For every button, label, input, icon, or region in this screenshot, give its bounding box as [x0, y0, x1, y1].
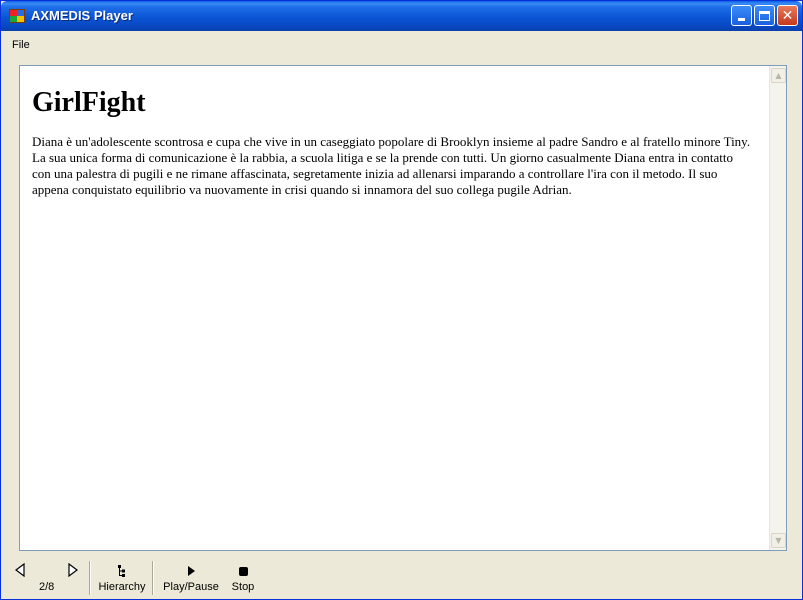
close-button[interactable]: ✕ — [777, 5, 798, 26]
scroll-up-button[interactable]: ▲ — [771, 68, 786, 83]
hierarchy-button[interactable]: Hierarchy — [97, 561, 147, 595]
toolbar-separator — [89, 561, 91, 595]
vertical-scrollbar[interactable]: ▲ ▼ — [769, 66, 786, 550]
page-counter: 2/8 — [39, 581, 55, 593]
stop-button[interactable]: Stop — [229, 561, 257, 595]
minimize-button[interactable] — [731, 5, 752, 26]
play-pause-button[interactable]: Play/Pause — [161, 561, 221, 595]
maximize-icon — [759, 10, 770, 21]
minimize-icon — [738, 18, 745, 21]
play-icon — [187, 566, 195, 576]
menu-bar: File — [1, 31, 802, 55]
window-title: AXMEDIS Player — [31, 8, 133, 23]
stop-label: Stop — [231, 581, 255, 593]
document-title: GirlFight — [32, 87, 146, 118]
maximize-button[interactable] — [754, 5, 775, 26]
player-toolbar: 2/8 Hierarchy Play/Pause Stop — [1, 557, 802, 599]
hierarchy-label: Hierarchy — [98, 581, 146, 593]
toolbar-separator — [152, 561, 154, 595]
next-button[interactable] — [67, 563, 79, 577]
content-viewer: GirlFight Diana è un'adolescente scontro… — [19, 65, 787, 551]
triangle-left-icon — [15, 563, 25, 577]
close-icon: ✕ — [781, 7, 794, 24]
chevron-up-icon: ▲ — [775, 70, 782, 80]
app-icon[interactable] — [9, 9, 25, 23]
document-view: GirlFight Diana è un'adolescente scontro… — [20, 66, 769, 550]
play-pause-label: Play/Pause — [163, 581, 219, 593]
chevron-down-icon: ▼ — [775, 535, 782, 545]
menu-file[interactable]: File — [12, 39, 30, 51]
document-body: Diana è un'adolescente scontrosa e cupa … — [32, 134, 751, 197]
triangle-right-icon — [68, 563, 78, 577]
previous-button[interactable] — [14, 563, 26, 577]
title-bar[interactable]: AXMEDIS Player ✕ — [1, 1, 802, 31]
app-window: AXMEDIS Player ✕ File GirlFight Diana è … — [0, 0, 803, 600]
stop-icon — [238, 566, 248, 576]
scroll-down-button[interactable]: ▼ — [771, 533, 786, 548]
hierarchy-icon — [118, 565, 125, 577]
